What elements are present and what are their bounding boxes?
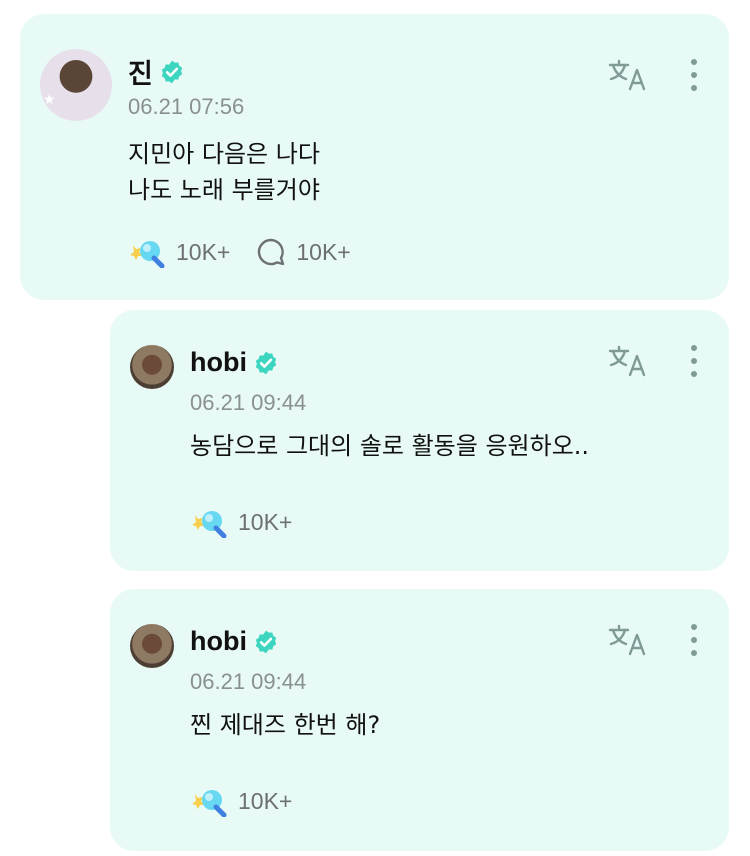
like-reaction-icon [192, 511, 227, 538]
like-stat[interactable]: 10K+ [192, 506, 292, 538]
translate-icon[interactable] [608, 58, 648, 92]
reply-text: 농담으로 그대의 솔로 활동을 응원하오.. [190, 432, 590, 460]
comment-stat[interactable]: 10K+ [256, 237, 351, 267]
timestamp: 06.21 09:44 [190, 669, 307, 694]
author-name[interactable]: hobi [190, 347, 247, 378]
avatar[interactable]: ★ [40, 49, 112, 121]
more-options-icon[interactable] [688, 58, 700, 92]
author-name[interactable]: hobi [190, 626, 247, 657]
timestamp: 06.21 09:44 [190, 390, 307, 415]
like-count: 10K+ [238, 787, 293, 814]
like-count: 10K+ [238, 508, 293, 535]
translate-icon[interactable] [608, 623, 648, 657]
author-name[interactable]: 진 [128, 52, 153, 91]
more-options-icon[interactable] [688, 623, 700, 657]
verified-badge-icon [255, 630, 277, 653]
translate-icon[interactable] [608, 344, 648, 378]
comment-icon [258, 238, 285, 266]
like-stat[interactable]: 10K+ [130, 236, 230, 268]
like-reaction-icon [192, 790, 227, 817]
reply-card: hobi 06.21 09:44 찐 제대즈 한번 해? 10K+ [110, 589, 729, 851]
comment-count: 10K+ [296, 238, 351, 265]
star-icon: ★ [43, 92, 56, 108]
verified-badge-icon [255, 351, 277, 374]
like-count: 10K+ [176, 238, 231, 265]
avatar[interactable] [130, 624, 174, 668]
like-reaction-icon [130, 241, 165, 268]
post-stats: 10K+ 10K+ [130, 236, 377, 268]
author-row: 진 [128, 52, 185, 91]
reply-text: 찐 제대즈 한번 해? [190, 711, 381, 739]
post-text: 지민아 다음은 나다 나도 노래 부를거야 [128, 140, 320, 204]
more-options-icon[interactable] [688, 344, 700, 378]
avatar[interactable] [130, 345, 174, 389]
verified-badge-icon [161, 60, 183, 83]
like-stat[interactable]: 10K+ [192, 785, 292, 817]
post-card: ★ 진 06.21 07:56 지민아 다음은 나다 나도 노래 부를거야 10… [20, 14, 729, 300]
reply-stats: 10K+ [192, 506, 318, 538]
reply-stats: 10K+ [192, 785, 318, 817]
author-row: hobi [190, 626, 279, 657]
reply-card: hobi 06.21 09:44 농담으로 그대의 솔로 활동을 응원하오.. … [110, 310, 729, 571]
timestamp: 06.21 07:56 [128, 94, 245, 119]
author-row: hobi [190, 347, 279, 378]
